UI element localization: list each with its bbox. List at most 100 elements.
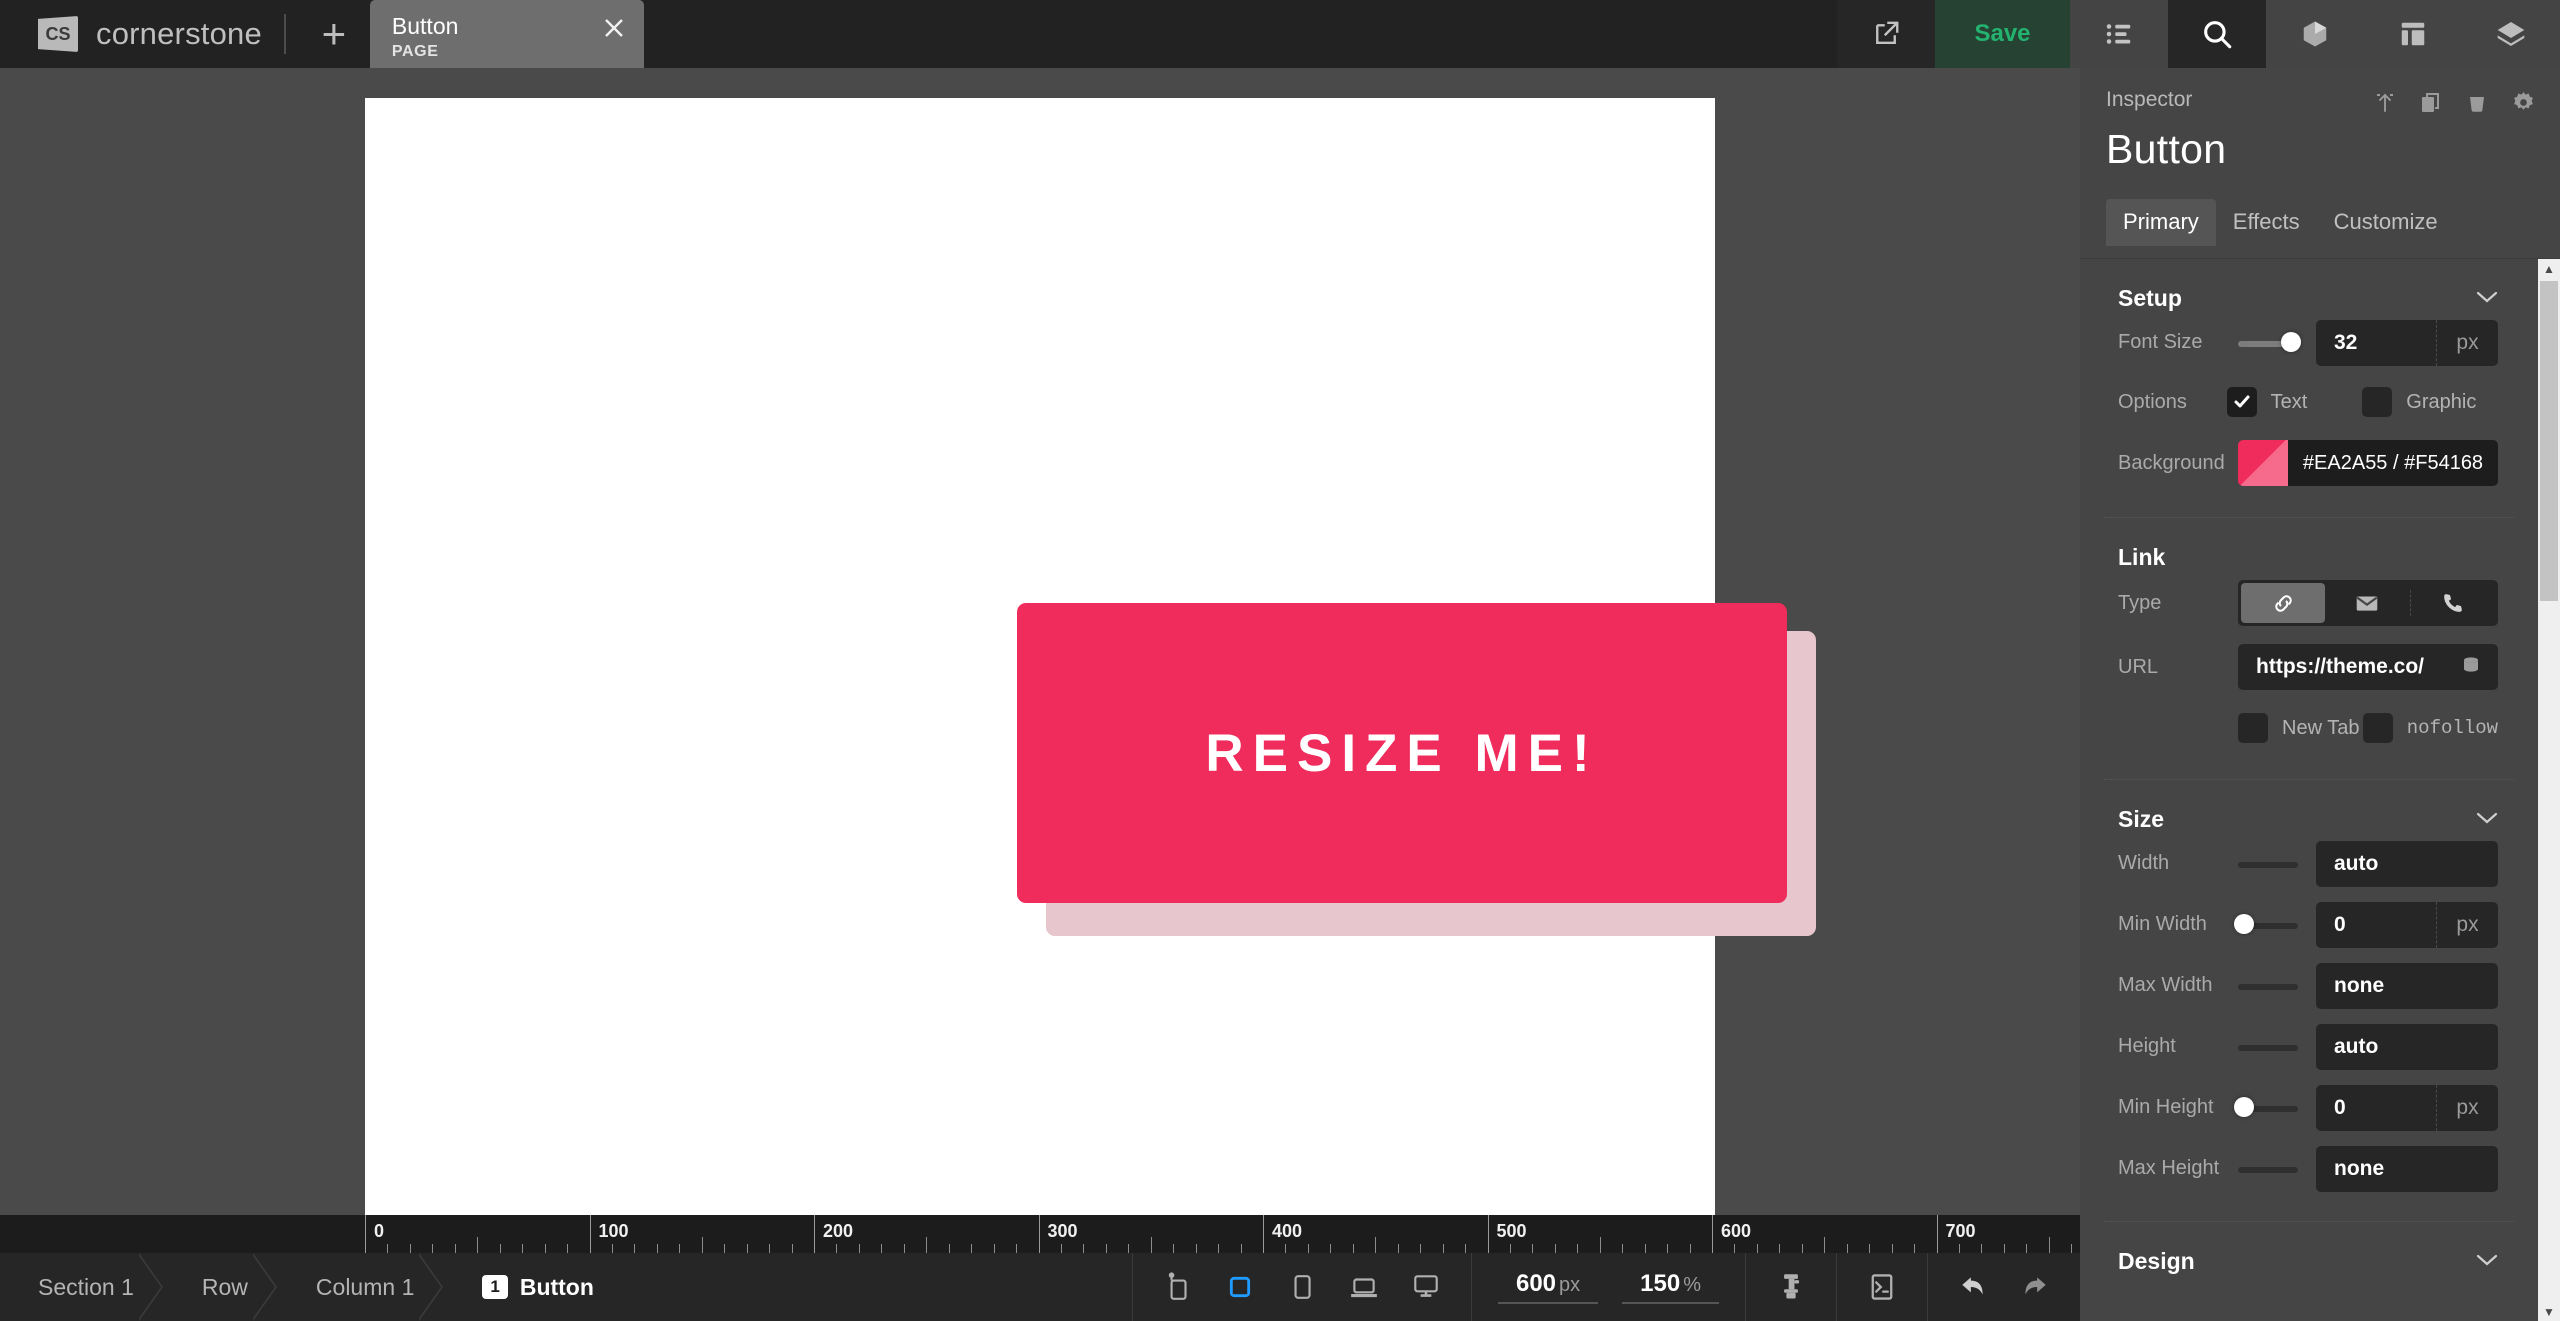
font-size-input[interactable]: 32 px [2316, 320, 2498, 366]
viewport-width-unit: px [1559, 1274, 1580, 1297]
size-input[interactable]: auto [2316, 841, 2498, 887]
tab-customize[interactable]: Customize [2317, 199, 2455, 246]
breadcrumb-item-row[interactable]: Row [168, 1253, 282, 1321]
ruler-tick [1712, 1215, 1713, 1253]
url-input[interactable]: https://theme.co/ [2238, 644, 2498, 690]
size-input[interactable]: auto [2316, 1024, 2498, 1070]
inspector-scrollbar[interactable]: ▲ ▼ [2538, 259, 2560, 1321]
layout-icon[interactable] [2364, 0, 2462, 68]
ruler-tick [949, 1244, 950, 1253]
list-icon[interactable] [2070, 0, 2168, 68]
viewport-width-input[interactable]: 600 px [1498, 1270, 1598, 1304]
size-slider[interactable] [2238, 982, 2298, 990]
slider-knob[interactable] [2281, 332, 2301, 352]
layers-icon[interactable] [2462, 0, 2560, 68]
email-icon[interactable] [2325, 583, 2409, 623]
size-input[interactable]: none [2316, 1146, 2498, 1192]
tab-primary[interactable]: Primary [2106, 199, 2216, 246]
desktop-icon[interactable] [1395, 1253, 1457, 1321]
ruler-label: 200 [823, 1221, 853, 1242]
ruler-tick [724, 1244, 725, 1253]
search-icon[interactable] [2168, 0, 2266, 68]
save-button[interactable]: Save [1935, 0, 2070, 68]
zoom-unit: % [1683, 1274, 1701, 1297]
tab-effects[interactable]: Effects [2216, 199, 2317, 246]
font-size-slider[interactable] [2238, 339, 2298, 347]
breadcrumb-item-column[interactable]: Column 1 [282, 1253, 448, 1321]
canvas-page[interactable]: RESIZE ME! [365, 98, 1715, 1223]
scroll-down-icon[interactable]: ▼ [2538, 1302, 2560, 1321]
size-slider[interactable] [2238, 860, 2298, 868]
chevron-down-icon[interactable] [2476, 287, 2498, 310]
zoom-input[interactable]: 150 % [1622, 1270, 1719, 1304]
canvas-button-element[interactable]: RESIZE ME! [1017, 603, 1787, 903]
size-slider[interactable] [2238, 1043, 2298, 1051]
phone-icon[interactable] [2411, 583, 2495, 623]
chevron-down-icon[interactable] [2476, 1250, 2498, 1273]
redo-icon[interactable] [2004, 1253, 2066, 1321]
ruler-tick [679, 1244, 680, 1253]
scrollbar-thumb[interactable] [2540, 281, 2558, 601]
database-icon[interactable] [2460, 654, 2482, 681]
scroll-up-icon[interactable]: ▲ [2538, 259, 2560, 279]
option-text[interactable]: Text [2227, 387, 2363, 417]
ruler-tick [2026, 1244, 2027, 1253]
ruler-tick [1196, 1244, 1197, 1253]
code-icon[interactable] [1851, 1253, 1913, 1321]
close-icon[interactable] [600, 14, 628, 42]
base-icon[interactable] [1147, 1253, 1209, 1321]
square-icon[interactable] [1209, 1253, 1271, 1321]
chevron-down-icon[interactable] [2476, 808, 2498, 831]
external-link-icon[interactable] [1837, 0, 1935, 68]
duplicate-icon[interactable] [2419, 90, 2443, 115]
field-value: auto [2316, 852, 2378, 876]
field-options: Options Text Graphic [2080, 373, 2538, 431]
ruler-tick [1375, 1237, 1376, 1253]
laptop-icon[interactable] [1333, 1253, 1395, 1321]
checkbox-graphic[interactable] [2362, 387, 2392, 417]
ruler-tick [1981, 1244, 1982, 1253]
undo-icon[interactable] [1942, 1253, 2004, 1321]
option-graphic[interactable]: Graphic [2362, 387, 2498, 417]
size-slider[interactable] [2238, 1165, 2298, 1173]
section-size-header[interactable]: Size [2080, 780, 2538, 833]
checkbox-new-tab[interactable] [2238, 713, 2268, 743]
link-icon[interactable] [2241, 583, 2325, 623]
size-slider[interactable] [2238, 1104, 2298, 1112]
checkbox-text[interactable] [2227, 387, 2257, 417]
ruler-tick [387, 1244, 388, 1253]
ruler-tick [1600, 1237, 1601, 1253]
option-new-tab[interactable]: New Tab [2238, 713, 2363, 743]
checkbox-label: Graphic [2406, 391, 2476, 414]
color-swatch[interactable] [2238, 440, 2288, 486]
section-setup-header[interactable]: Setup [2080, 259, 2538, 312]
gear-icon[interactable] [2511, 90, 2536, 115]
slider-knob[interactable] [2234, 914, 2254, 934]
ruler-tick [1263, 1215, 1264, 1253]
horizontal-ruler[interactable]: 0100200300400500600700 [0, 1215, 2080, 1253]
section-link-header[interactable]: Link [2080, 518, 2538, 571]
breadcrumb-item-section[interactable]: Section 1 [0, 1253, 168, 1321]
size-input[interactable]: none [2316, 963, 2498, 1009]
workspace: RESIZE ME! [0, 68, 2080, 1253]
background-color-input[interactable]: #EA2A55 / #F54168 [2238, 440, 2498, 486]
size-slider[interactable] [2238, 921, 2298, 929]
tablet-icon[interactable] [1271, 1253, 1333, 1321]
cornerstone-logo-icon: CS [38, 16, 78, 52]
checkbox-nofollow[interactable] [2363, 713, 2393, 743]
trash-icon[interactable] [2465, 90, 2489, 115]
cube-icon[interactable] [2266, 0, 2364, 68]
tab-button-page[interactable]: Button PAGE [370, 0, 644, 68]
skeleton-key-icon[interactable] [1760, 1253, 1822, 1321]
move-icon[interactable] [2373, 90, 2397, 115]
breadcrumb-item-button[interactable]: 1 Button [448, 1253, 628, 1321]
size-input[interactable]: 0px [2316, 902, 2498, 948]
size-input[interactable]: 0px [2316, 1085, 2498, 1131]
add-page-button[interactable]: + [312, 0, 356, 68]
slider-knob[interactable] [2234, 1097, 2254, 1117]
ruler-tick [1645, 1244, 1646, 1253]
section-design-header[interactable]: Design [2080, 1222, 2538, 1275]
ruler-label: 0 [374, 1221, 384, 1242]
ruler-tick [881, 1244, 882, 1253]
option-nofollow[interactable]: nofollow [2363, 713, 2498, 743]
